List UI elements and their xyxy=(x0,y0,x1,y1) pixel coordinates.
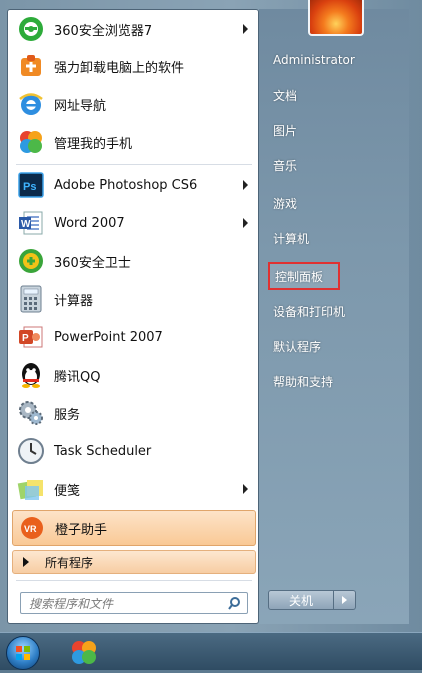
360-security-icon xyxy=(16,246,46,276)
menu-item-orange-assistant[interactable]: VR 橙子助手 xyxy=(12,510,256,546)
start-menu-programs-pane: 360安全浏览器7 强力卸载电脑上的软件 网址导航 管理我的手机 Ps Adob… xyxy=(7,9,259,624)
menu-item-label: 橙子助手 xyxy=(55,522,108,538)
menu-item-sticky-notes[interactable]: 便笺 xyxy=(12,471,256,507)
menu-item-label: 计算器 xyxy=(54,293,94,309)
uninstall-icon xyxy=(16,51,46,81)
triangle-right-icon xyxy=(23,557,29,567)
menu-item-label: 强力卸载电脑上的软件 xyxy=(54,60,185,76)
shutdown-options-button[interactable] xyxy=(334,590,356,610)
right-item-label: 控制面板 xyxy=(275,269,324,284)
search-input[interactable]: 搜索程序和文件 xyxy=(20,592,248,614)
menu-item-url-nav[interactable]: 网址导航 xyxy=(12,86,256,122)
menu-item-360-browser[interactable]: 360安全浏览器7 xyxy=(12,11,256,47)
right-item-label: Administrator xyxy=(273,53,355,67)
orange-assistant-icon: VR xyxy=(17,513,47,543)
menu-item-360-security[interactable]: 360安全卫士 xyxy=(12,243,256,279)
right-item-label: 帮助和支持 xyxy=(273,374,334,389)
submenu-arrow-icon[interactable] xyxy=(243,180,248,190)
right-item-user[interactable]: Administrator xyxy=(268,46,404,74)
menu-item-label: 服务 xyxy=(54,407,81,423)
submenu-arrow-icon[interactable] xyxy=(243,24,248,34)
sticky-notes-icon xyxy=(16,474,46,504)
svg-text:P: P xyxy=(22,333,29,344)
right-item-control-panel[interactable]: 控制面板 xyxy=(268,262,340,290)
menu-item-label: 360安全浏览器7 xyxy=(54,23,153,39)
right-item-label: 文档 xyxy=(273,88,298,103)
right-item-label: 图片 xyxy=(273,123,298,138)
svg-text:VR: VR xyxy=(24,524,37,534)
menu-item-label: PowerPoint 2007 xyxy=(54,329,163,345)
menu-item-powerpoint[interactable]: P PowerPoint 2007 xyxy=(12,319,256,355)
user-avatar[interactable] xyxy=(308,0,364,36)
right-item-label: 音乐 xyxy=(273,158,298,173)
powerpoint-icon: P xyxy=(16,322,46,352)
right-item-help-support[interactable]: 帮助和支持 xyxy=(268,367,404,395)
right-item-label: 游戏 xyxy=(273,196,298,211)
menu-item-label: Word 2007 xyxy=(54,215,125,231)
services-icon xyxy=(16,398,46,428)
right-item-default-programs[interactable]: 默认程序 xyxy=(268,332,404,360)
search-placeholder: 搜索程序和文件 xyxy=(29,596,114,611)
start-orb-icon[interactable] xyxy=(6,636,40,670)
triangle-right-icon xyxy=(342,596,347,604)
right-item-label: 设备和打印机 xyxy=(273,304,346,319)
calculator-icon xyxy=(16,284,46,314)
menu-item-label: 360安全卫士 xyxy=(54,255,131,271)
submenu-arrow-icon[interactable] xyxy=(243,484,248,494)
shutdown-button[interactable]: 关机 xyxy=(268,590,334,610)
menu-item-label: Task Scheduler xyxy=(54,443,152,459)
right-item-pictures[interactable]: 图片 xyxy=(268,116,404,144)
qq-icon xyxy=(16,360,46,390)
menu-item-calculator[interactable]: 计算器 xyxy=(12,281,256,317)
taskbar-app-icon[interactable] xyxy=(64,636,104,668)
menu-item-label: 网址导航 xyxy=(54,98,107,114)
menu-item-photoshop[interactable]: Ps Adobe Photoshop CS6 xyxy=(12,167,256,203)
menu-item-label: 腾讯QQ xyxy=(54,369,101,385)
menu-item-uninstall[interactable]: 强力卸载电脑上的软件 xyxy=(12,48,256,84)
ie-icon xyxy=(16,89,46,119)
shutdown-label: 关机 xyxy=(288,593,313,608)
search-icon[interactable] xyxy=(227,596,241,613)
right-item-devices-printers[interactable]: 设备和打印机 xyxy=(268,297,404,325)
photoshop-icon: Ps xyxy=(16,170,46,200)
menu-item-services[interactable]: 服务 xyxy=(12,395,256,431)
menu-item-label: 管理我的手机 xyxy=(54,136,133,152)
all-programs-label: 所有程序 xyxy=(45,555,94,570)
menu-separator xyxy=(16,580,252,581)
all-programs-button[interactable]: 所有程序 xyxy=(12,550,256,574)
submenu-arrow-icon[interactable] xyxy=(243,218,248,228)
right-item-games[interactable]: 游戏 xyxy=(268,189,404,217)
phone-manager-icon xyxy=(16,127,46,157)
menu-separator xyxy=(16,164,252,165)
menu-item-phone-manager[interactable]: 管理我的手机 xyxy=(12,124,256,160)
360-browser-icon xyxy=(16,14,46,44)
right-item-label: 计算机 xyxy=(273,231,310,246)
clock-icon xyxy=(16,436,46,466)
menu-item-task-scheduler[interactable]: Task Scheduler xyxy=(12,433,256,469)
svg-text:W: W xyxy=(21,219,31,230)
word-icon: W xyxy=(16,208,46,238)
menu-item-qq[interactable]: 腾讯QQ xyxy=(12,357,256,393)
menu-item-label: 便笺 xyxy=(54,483,81,499)
menu-item-word[interactable]: W Word 2007 xyxy=(12,205,256,241)
right-item-computer[interactable]: 计算机 xyxy=(268,224,404,252)
right-item-documents[interactable]: 文档 xyxy=(268,81,404,109)
svg-text:Ps: Ps xyxy=(23,181,36,193)
right-item-music[interactable]: 音乐 xyxy=(268,151,404,179)
right-item-label: 默认程序 xyxy=(273,339,322,354)
menu-item-label: Adobe Photoshop CS6 xyxy=(54,177,198,193)
